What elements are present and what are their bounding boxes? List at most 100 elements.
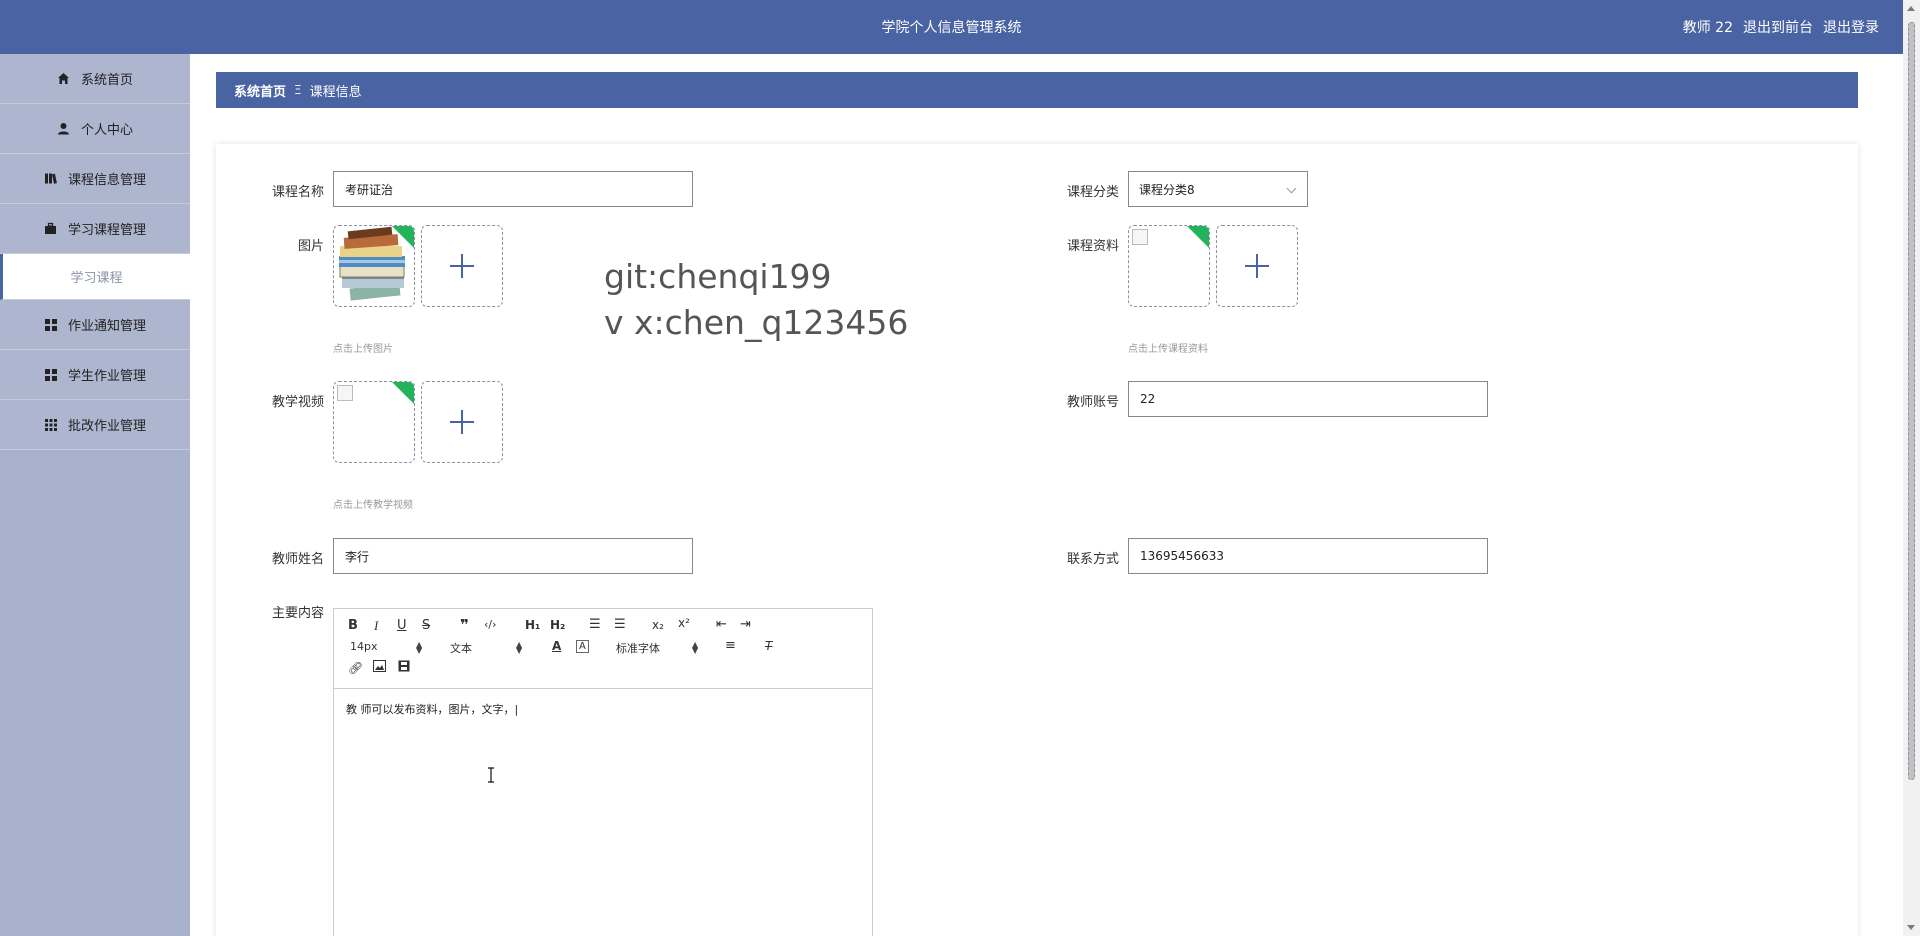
material-thumbnail[interactable] bbox=[1128, 225, 1210, 307]
content-label: 主要内容 bbox=[271, 606, 324, 621]
scroll-up-arrow[interactable] bbox=[1907, 6, 1915, 11]
bold-icon[interactable]: B bbox=[348, 618, 358, 633]
background-color-icon[interactable]: A bbox=[576, 640, 589, 653]
font-color-icon[interactable]: A bbox=[552, 639, 561, 653]
breadcrumb-separator: Ξ bbox=[294, 83, 302, 97]
grid-icon bbox=[44, 318, 58, 332]
breadcrumb-current: 课程信息 bbox=[309, 84, 362, 100]
video-upload-button[interactable] bbox=[421, 381, 503, 463]
text-cursor-icon bbox=[488, 767, 494, 783]
font-size-select[interactable]: 14px ▲ ▼ bbox=[350, 640, 424, 655]
sidebar-item-label: 作业通知管理 bbox=[67, 319, 146, 334]
ordered-list-icon[interactable]: ☰ bbox=[589, 617, 601, 632]
subscript-icon[interactable]: x₂ bbox=[652, 618, 664, 632]
image-hint: 点击上传图片 bbox=[333, 344, 393, 355]
upload-success-badge bbox=[1186, 226, 1209, 249]
upload-success-badge bbox=[391, 382, 414, 405]
align-icon[interactable]: ≡ bbox=[725, 638, 736, 653]
sidebar-item-label: 系统首页 bbox=[80, 73, 133, 88]
h1-icon[interactable]: H₁ bbox=[525, 618, 540, 632]
teacher-account-input[interactable]: 22 bbox=[1128, 381, 1488, 417]
block-format-value: 文本 bbox=[450, 642, 472, 655]
sidebar-item-course-info[interactable]: 课程信息管理 bbox=[0, 154, 190, 204]
grid-icon bbox=[44, 368, 58, 382]
scroll-down-arrow[interactable] bbox=[1907, 925, 1915, 930]
course-name-label: 课程名称 bbox=[271, 185, 324, 200]
select-arrows-icon: ▲ ▼ bbox=[416, 640, 423, 655]
plus-icon bbox=[450, 410, 474, 434]
material-upload-button[interactable] bbox=[1216, 225, 1298, 307]
sidebar-item-label: 学习课程管理 bbox=[67, 223, 146, 238]
select-arrows-icon: ▲ ▼ bbox=[692, 640, 699, 655]
contact-input[interactable]: 13695456633 bbox=[1128, 538, 1488, 574]
app-title: 学院个人信息管理系统 bbox=[881, 20, 1022, 36]
plus-icon bbox=[1245, 254, 1269, 278]
broken-image-icon bbox=[337, 385, 353, 401]
editor-content[interactable]: 教 师可以发布资料，图片，文字，| bbox=[346, 701, 518, 717]
chevron-down-icon bbox=[1286, 183, 1297, 194]
category-select[interactable]: 课程分类8 bbox=[1128, 171, 1308, 207]
breadcrumb-home[interactable]: 系统首页 bbox=[234, 81, 286, 100]
logout-link[interactable]: 退出登录 bbox=[1823, 17, 1879, 37]
material-label: 课程资料 bbox=[1066, 239, 1119, 254]
font-family-select[interactable]: 标准字体 ▲ ▼ bbox=[616, 640, 700, 656]
image-icon[interactable] bbox=[373, 660, 386, 676]
video-icon[interactable] bbox=[398, 660, 410, 676]
font-size-value: 14px bbox=[350, 640, 378, 653]
sidebar-item-homework-notice[interactable]: 作业通知管理 bbox=[0, 300, 190, 350]
sidebar-item-student-homework[interactable]: 学生作业管理 bbox=[0, 350, 190, 400]
broken-image-icon bbox=[1132, 229, 1148, 245]
sidebar-subitem-study-course[interactable]: 学习课程 bbox=[0, 254, 190, 300]
teacher-name-label: 教师姓名 bbox=[271, 552, 324, 567]
font-family-value: 标准字体 bbox=[616, 642, 660, 655]
vertical-scrollbar[interactable] bbox=[1903, 0, 1920, 936]
category-select-value: 课程分类8 bbox=[1139, 182, 1195, 197]
breadcrumb: 系统首页 Ξ 课程信息 bbox=[216, 72, 1858, 108]
indent-icon[interactable]: ⇥ bbox=[740, 617, 751, 632]
grid9-icon bbox=[44, 418, 58, 432]
material-hint: 点击上传课程资料 bbox=[1128, 344, 1208, 355]
top-right-links: 教师 22 退出到前台 退出登录 bbox=[1683, 17, 1879, 37]
back-to-front-link[interactable]: 退出到前台 bbox=[1743, 17, 1813, 37]
sidebar-item-study-course[interactable]: 学习课程管理 bbox=[0, 204, 190, 254]
sidebar-item-label: 课程信息管理 bbox=[67, 173, 146, 188]
sidebar-item-grade-homework[interactable]: 批改作业管理 bbox=[0, 400, 190, 450]
video-thumbnail[interactable] bbox=[333, 381, 415, 463]
scrollbar-thumb[interactable] bbox=[1908, 22, 1915, 780]
strike-icon[interactable]: S bbox=[422, 618, 430, 633]
course-name-input[interactable]: 考研证治 bbox=[333, 171, 693, 207]
teacher-name-input[interactable]: 李行 bbox=[333, 538, 693, 574]
image-thumbnail[interactable] bbox=[333, 225, 415, 307]
image-upload-button[interactable] bbox=[421, 225, 503, 307]
sidebar-subitem-label: 学习课程 bbox=[70, 271, 123, 286]
outdent-icon[interactable]: ⇤ bbox=[716, 617, 727, 632]
current-user: 教师 22 bbox=[1682, 20, 1733, 36]
top-bar: 学院个人信息管理系统 教师 22 退出到前台 退出登录 bbox=[0, 0, 1903, 54]
image-label: 图片 bbox=[297, 239, 324, 254]
editor-toolbar: B I U S ❞ ‹/› H₁ H₂ ☰ ☰ x₂ x² ⇤ ⇥ 14px ▲… bbox=[334, 609, 872, 689]
superscript-icon[interactable]: x² bbox=[678, 616, 690, 630]
blockquote-icon[interactable]: ❞ bbox=[460, 616, 469, 634]
sidebar-item-profile[interactable]: 个人中心 bbox=[0, 104, 190, 154]
user-icon bbox=[57, 122, 71, 136]
sidebar-item-label: 个人中心 bbox=[80, 123, 133, 138]
h2-icon[interactable]: H₂ bbox=[550, 618, 565, 632]
watermark-line-1: git:chenqi199 bbox=[604, 257, 832, 296]
plus-icon bbox=[450, 254, 474, 278]
select-arrows-icon: ▲ ▼ bbox=[516, 640, 523, 655]
sidebar-item-label: 学生作业管理 bbox=[67, 369, 146, 384]
link-icon[interactable]: 🔗︎ bbox=[348, 661, 363, 675]
sidebar-item-home[interactable]: 系统首页 bbox=[0, 54, 190, 104]
underline-icon[interactable]: U bbox=[397, 618, 407, 633]
watermark-line-2: v x:chen_q123456 bbox=[604, 303, 909, 342]
bullet-list-icon[interactable]: ☰ bbox=[614, 617, 626, 632]
italic-icon[interactable]: I bbox=[374, 618, 378, 634]
briefcase-icon bbox=[44, 222, 58, 236]
block-format-select[interactable]: 文本 ▲ ▼ bbox=[450, 640, 524, 656]
clear-format-icon[interactable]: T bbox=[765, 639, 772, 653]
watermark-text: git:chenqi199 v x:chen_q123456 bbox=[604, 254, 908, 346]
sidebar: 系统首页 个人中心 课程信息管理 学习课程管理 学习课程 作业通知管理 学生作业… bbox=[0, 54, 190, 936]
code-block-icon[interactable]: ‹/› bbox=[484, 618, 497, 631]
sidebar-item-label: 批改作业管理 bbox=[67, 419, 146, 434]
upload-success-badge bbox=[391, 226, 414, 249]
